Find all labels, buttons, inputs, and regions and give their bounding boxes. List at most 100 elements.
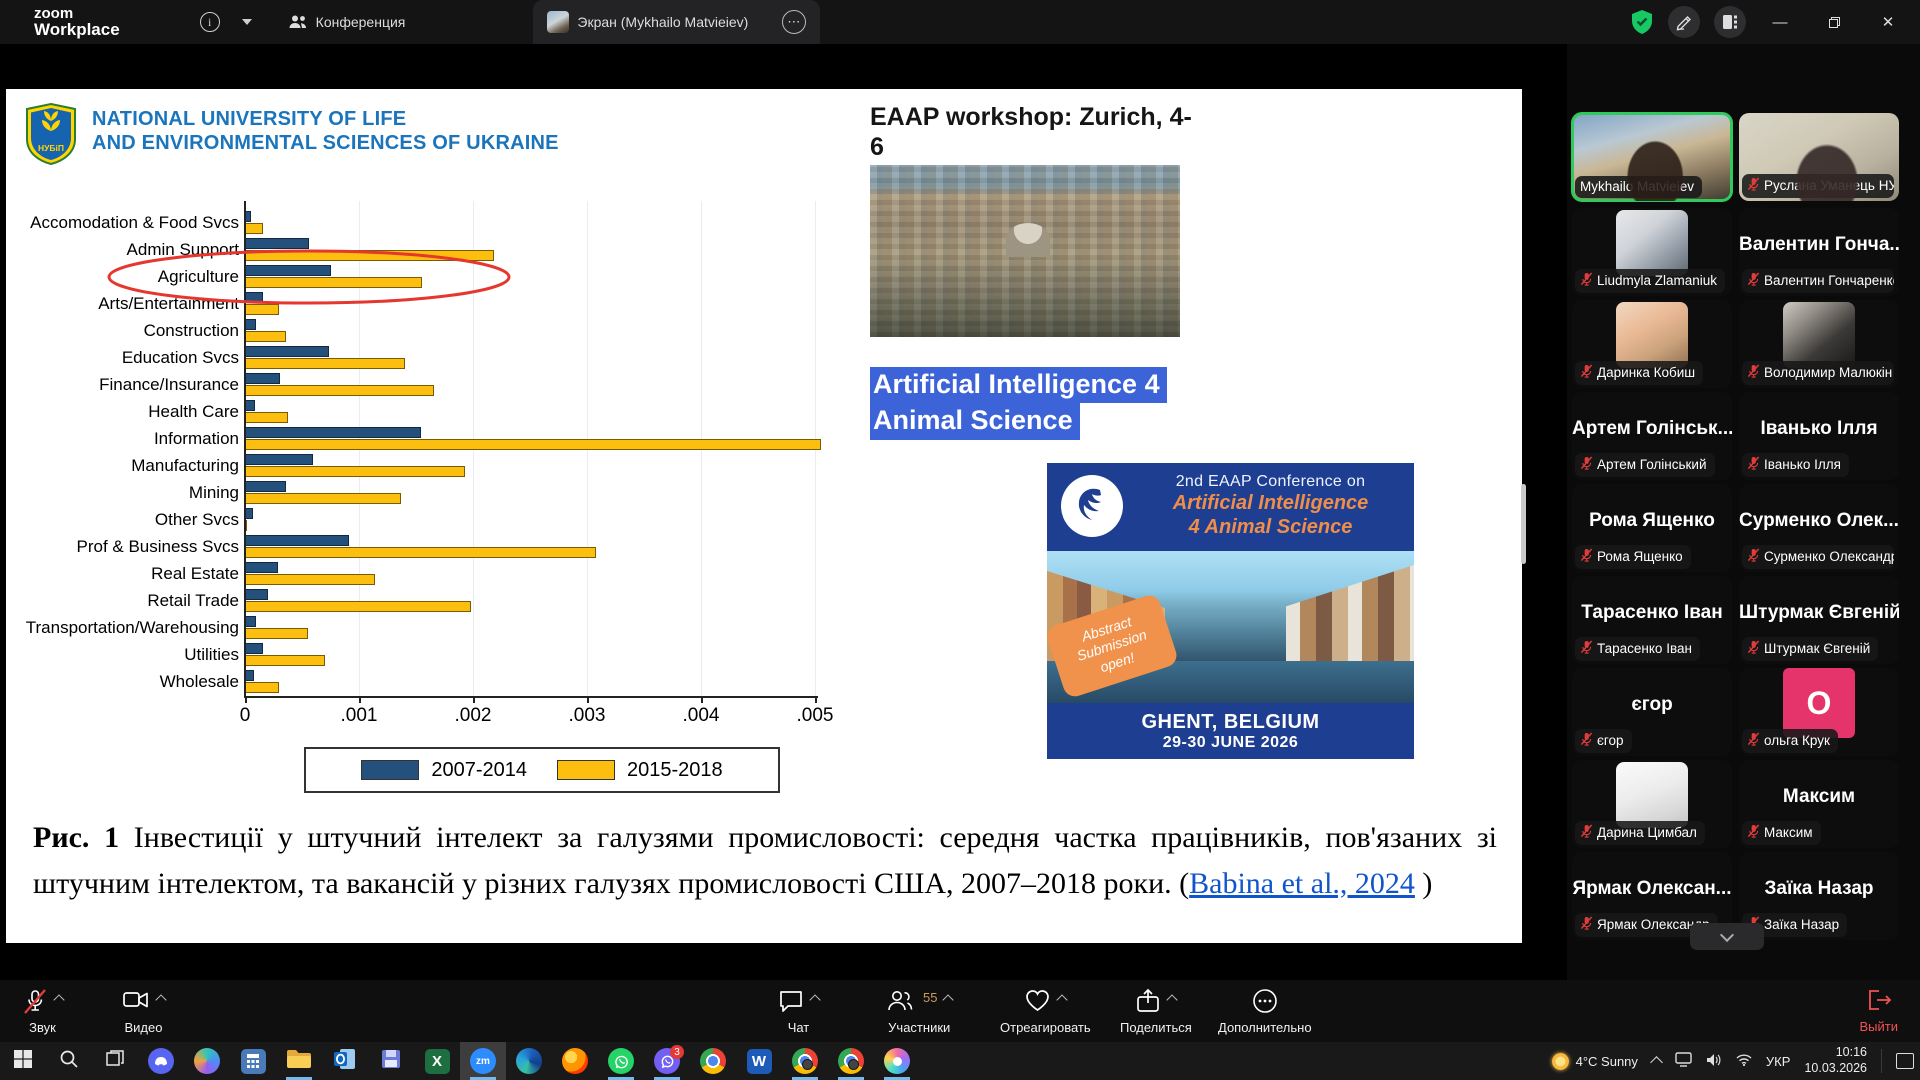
leave-meeting-button[interactable]: Выйти xyxy=(1860,988,1899,1034)
zoom-workplace-window: zoom Workplace i Конференция Экран (Mykh… xyxy=(0,0,1920,1080)
toolbar-button-video[interactable]: Видео xyxy=(122,988,165,1035)
tray-expand-icon[interactable] xyxy=(1650,1056,1663,1069)
slide-scrollbar[interactable] xyxy=(1521,484,1526,564)
restore-button[interactable] xyxy=(1814,6,1854,38)
participant-tile[interactable]: єгорєгор xyxy=(1572,668,1732,756)
language-indicator[interactable]: УКР xyxy=(1766,1054,1791,1069)
chrome-profile-2-icon[interactable] xyxy=(828,1042,874,1080)
chart-category-label: Agriculture xyxy=(6,267,239,287)
bar-2007-2014 xyxy=(245,481,286,492)
toolbar-button-more[interactable]: Дополнительно xyxy=(1218,988,1312,1035)
participant-tile[interactable]: Oольга Крук xyxy=(1739,668,1899,756)
bar-2007-2014 xyxy=(245,427,421,438)
copilot-icon[interactable] xyxy=(184,1042,230,1080)
participant-tile[interactable]: Валентин Гонча...Валентин Гончаренко xyxy=(1739,208,1899,296)
notes-icon[interactable] xyxy=(368,1042,414,1080)
chevron-up-icon[interactable] xyxy=(1057,994,1068,1005)
notification-center-icon[interactable] xyxy=(1896,1053,1914,1069)
minimize-button[interactable]: — xyxy=(1760,6,1800,38)
mic-muted-icon xyxy=(1580,364,1593,381)
tab-conference[interactable]: Конференция xyxy=(288,14,406,30)
task-view-icon[interactable] xyxy=(92,1042,138,1080)
participant-display-name: Максим xyxy=(1739,786,1899,808)
participant-tile[interactable]: Тарасенко ІванТарасенко Іван xyxy=(1572,576,1732,664)
participant-tile[interactable]: Liudmyla Zlamaniuk xyxy=(1572,208,1732,296)
toolbar-button-participants[interactable]: 55Участники xyxy=(886,988,952,1035)
volume-icon[interactable] xyxy=(1706,1053,1722,1070)
display-icon[interactable] xyxy=(1675,1052,1692,1070)
toolbar-button-share[interactable]: Поделиться xyxy=(1120,988,1192,1035)
chrome-profile-1-icon[interactable] xyxy=(782,1042,828,1080)
participant-name-text: Артем Голінський xyxy=(1597,457,1707,472)
chart-tick xyxy=(587,696,589,703)
network-icon[interactable] xyxy=(1736,1053,1752,1069)
collapse-panel-button[interactable] xyxy=(1690,923,1764,950)
participant-tile[interactable]: Даринка Кобиш xyxy=(1572,300,1732,388)
participant-name-label: Штурмак Євгеній xyxy=(1742,637,1878,661)
viber-icon[interactable]: 3 xyxy=(644,1042,690,1080)
toolbar-label: Видео xyxy=(125,1020,163,1035)
paint-icon[interactable] xyxy=(874,1042,920,1080)
layout-view-icon[interactable] xyxy=(1714,6,1746,38)
chevron-up-icon[interactable] xyxy=(155,994,166,1005)
heart-icon xyxy=(1024,988,1051,1018)
search-icon[interactable] xyxy=(46,1042,92,1080)
security-shield-icon[interactable] xyxy=(1630,9,1654,35)
chevron-up-icon[interactable] xyxy=(809,994,820,1005)
edge-icon[interactable] xyxy=(506,1042,552,1080)
leave-label: Выйти xyxy=(1860,1019,1899,1034)
participant-tile[interactable]: Руслана Уманець НУ... xyxy=(1739,113,1899,201)
annotate-pencil-icon[interactable] xyxy=(1668,6,1700,38)
participant-tile[interactable]: Рома ЯщенкоРома Ященко xyxy=(1572,484,1732,572)
participant-tile[interactable]: Максим Максим xyxy=(1739,760,1899,848)
participant-name-text: Тарасенко Іван xyxy=(1597,641,1692,656)
chart-category-label: Wholesale xyxy=(6,672,239,692)
chrome-icon[interactable] xyxy=(690,1042,736,1080)
close-button[interactable]: ✕ xyxy=(1868,6,1908,38)
participant-tile[interactable]: Штурмак ЄвгенійШтурмак Євгеній xyxy=(1739,576,1899,664)
info-icon[interactable]: i xyxy=(200,12,220,32)
discord-icon[interactable] xyxy=(138,1042,184,1080)
bar-2007-2014 xyxy=(245,319,256,330)
highlight-line2: Animal Science xyxy=(870,403,1080,439)
tab-shared-screen[interactable]: Экран (Mykhailo Matvieiev) ⋯ xyxy=(533,0,820,44)
file-explorer-icon[interactable] xyxy=(276,1042,322,1080)
weather-widget[interactable]: 4°C Sunny xyxy=(1552,1053,1638,1070)
caption-citation-link[interactable]: Babina et al., 2024 xyxy=(1189,867,1415,900)
chevron-up-icon[interactable] xyxy=(943,994,954,1005)
participant-name-text: Максим xyxy=(1764,825,1813,840)
clock[interactable]: 10:1610.03.2026 xyxy=(1804,1045,1867,1076)
bar-2007-2014 xyxy=(245,670,254,681)
participant-tile[interactable]: Сурменко Олек...Сурменко Олександр xyxy=(1739,484,1899,572)
toolbar-button-audio[interactable]: Звук xyxy=(22,988,63,1035)
bar-2015-2018 xyxy=(245,466,465,477)
outlook-icon[interactable] xyxy=(322,1042,368,1080)
zoom-icon[interactable]: zm xyxy=(460,1042,506,1080)
toolbar-button-chat[interactable]: Чат xyxy=(778,988,819,1035)
whatsapp-icon[interactable] xyxy=(598,1042,644,1080)
chevron-down-icon[interactable] xyxy=(242,19,252,25)
chevron-up-icon[interactable] xyxy=(1167,994,1178,1005)
participant-tile[interactable]: Mykhailo Matvieiev xyxy=(1572,113,1732,201)
calculator-icon[interactable] xyxy=(230,1042,276,1080)
toolbar-label: Поделиться xyxy=(1120,1020,1192,1035)
toolbar-label: Участники xyxy=(888,1020,950,1035)
participant-tile[interactable]: Володимир Малюкін xyxy=(1739,300,1899,388)
bar-2015-2018 xyxy=(245,547,596,558)
firefox-icon[interactable] xyxy=(552,1042,598,1080)
chevron-up-icon[interactable] xyxy=(53,994,64,1005)
participant-tile[interactable]: Іванько ІлляІванько Ілля xyxy=(1739,392,1899,480)
toolbar-button-react[interactable]: Отреагировать xyxy=(1000,988,1091,1035)
legend-swatch xyxy=(557,760,615,780)
participant-name-text: Володимир Малюкін xyxy=(1764,365,1892,380)
participant-tile[interactable]: Артем Голінськ...Артем Голінський xyxy=(1572,392,1732,480)
word-icon[interactable]: W xyxy=(736,1042,782,1080)
tab-options-icon[interactable]: ⋯ xyxy=(782,10,806,34)
bar-2015-2018 xyxy=(245,628,308,639)
participant-tile[interactable]: Дарина Цимбал xyxy=(1572,760,1732,848)
bar-2007-2014 xyxy=(245,535,349,546)
mic-muted-icon xyxy=(1747,177,1760,194)
start-icon[interactable] xyxy=(0,1042,46,1080)
excel-icon[interactable]: X xyxy=(414,1042,460,1080)
bar-2015-2018 xyxy=(245,304,279,315)
